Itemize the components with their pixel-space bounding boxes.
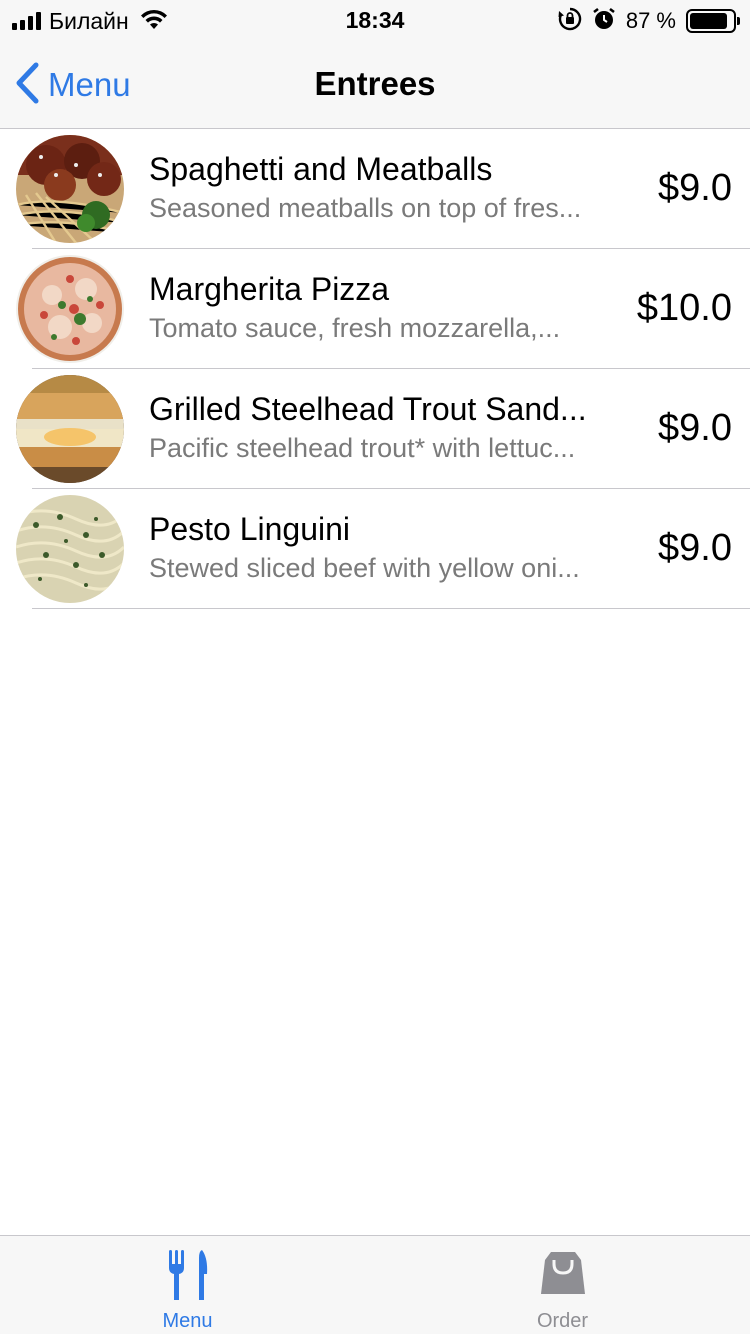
item-price: $10.0 — [636, 287, 732, 329]
item-name: Grilled Steelhead Trout Sand... — [149, 391, 587, 427]
shopping-bag-icon — [375, 1248, 750, 1296]
status-right: 87 % — [558, 7, 740, 36]
navigation-bar: Menu Entrees — [0, 40, 750, 129]
list-item[interactable]: Spaghetti and Meatballs Seasoned meatbal… — [0, 129, 750, 249]
item-description: Seasoned meatballs on top of fres... — [149, 193, 582, 223]
item-price: $9.0 — [658, 407, 732, 449]
page-title: Entrees — [314, 65, 436, 102]
list-item[interactable]: Grilled Steelhead Trout Sand... Pacific … — [0, 369, 750, 489]
alarm-icon — [592, 7, 616, 36]
battery-icon — [686, 9, 740, 33]
tab-menu[interactable]: Menu — [0, 1236, 375, 1334]
item-name: Margherita Pizza — [149, 271, 390, 307]
spaghetti-meatballs-photo — [16, 135, 124, 243]
list-item[interactable]: Margherita Pizza Tomato sauce, fresh moz… — [0, 249, 750, 369]
tab-order[interactable]: Order — [375, 1236, 750, 1334]
tab-label: Menu — [162, 1310, 213, 1332]
item-name: Pesto Linguini — [149, 511, 351, 547]
margherita-pizza-photo — [16, 255, 124, 363]
item-description: Pacific steelhead trout* with lettuc... — [149, 433, 576, 463]
list-item[interactable]: Pesto Linguini Stewed sliced beef with y… — [0, 489, 750, 609]
item-name: Spaghetti and Meatballs — [149, 151, 493, 187]
fork-knife-icon — [0, 1248, 375, 1302]
tab-label: Order — [536, 1310, 589, 1332]
trout-sandwich-photo — [16, 375, 124, 483]
item-description: Tomato sauce, fresh mozzarella,... — [149, 313, 561, 343]
pesto-linguini-photo — [16, 495, 124, 603]
tab-bar: Menu Order — [0, 1235, 750, 1334]
item-price: $9.0 — [658, 527, 732, 569]
orientation-lock-icon — [558, 7, 582, 36]
row-separator — [32, 608, 750, 609]
entree-list: Spaghetti and Meatballs Seasoned meatbal… — [0, 129, 750, 609]
status-bar: Билайн 18:34 87 % — [0, 0, 750, 40]
battery-level — [690, 13, 727, 29]
item-price: $9.0 — [658, 167, 732, 209]
battery-percent: 87 % — [625, 8, 676, 33]
item-description: Stewed sliced beef with yellow oni... — [149, 553, 580, 583]
